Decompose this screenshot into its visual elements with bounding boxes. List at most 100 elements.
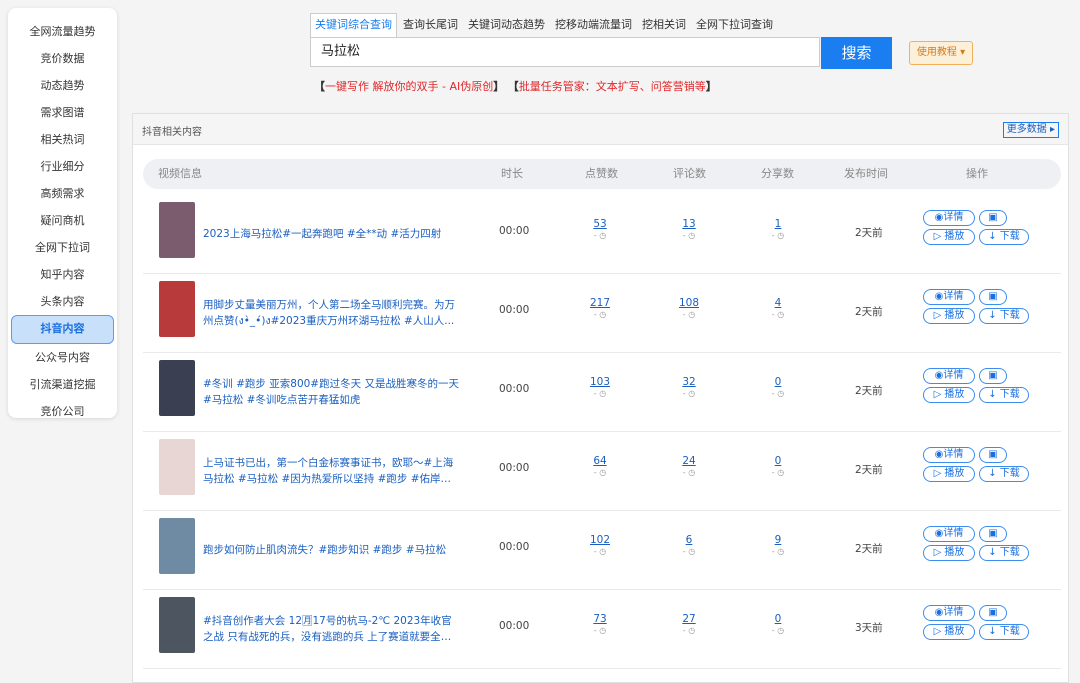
th-date: 发布时间	[844, 167, 888, 180]
clock-icon: - ◷	[771, 389, 785, 398]
play-button[interactable]: ▷ 播放	[923, 387, 975, 403]
video-thumbnail[interactable]	[159, 597, 195, 653]
tutorial-dropdown[interactable]: 使用教程 ▾	[909, 41, 973, 65]
bracket: 【	[314, 80, 325, 93]
video-title-link[interactable]: #抖音创作者大会 12🈷17号的杭马-2℃ 2023年收官之战 只有战死的兵，没…	[203, 589, 459, 668]
shares-count-link[interactable]: 0	[748, 613, 808, 625]
sidebar-item[interactable]: 行业细分	[8, 153, 117, 180]
video-thumbnail[interactable]	[159, 518, 195, 574]
sidebar-item[interactable]: 竞价数据	[8, 45, 117, 72]
likes-count-link[interactable]: 102	[570, 534, 630, 546]
th-duration: 时长	[501, 167, 523, 180]
sidebar-item[interactable]: 动态趋势	[8, 72, 117, 99]
tab[interactable]: 全网下拉词查询	[692, 13, 777, 36]
detail-button[interactable]: ◉详情	[923, 289, 975, 305]
video-title-link[interactable]: #冬训 #跑步 亚索800#跑过冬天 又是战胜寒冬的一天#马拉松 #冬训吃点苦开…	[203, 352, 459, 431]
clock-icon: - ◷	[682, 468, 696, 477]
detail-button[interactable]: ◉详情	[923, 605, 975, 621]
sidebar-item[interactable]: 疑问商机	[8, 207, 117, 234]
download-button[interactable]: ↓ 下载	[979, 466, 1029, 482]
qr-code-button[interactable]: ▣	[979, 368, 1007, 384]
comments-count-link[interactable]: 108	[659, 297, 719, 309]
qr-code-button[interactable]: ▣	[979, 210, 1007, 226]
shares-count-link[interactable]: 0	[748, 455, 808, 467]
sidebar-item[interactable]: 知乎内容	[8, 261, 117, 288]
sidebar-item[interactable]: 竞价公司	[8, 398, 117, 425]
sidebar-item[interactable]: 全网下拉词	[8, 234, 117, 261]
publish-date: 2天前	[855, 306, 883, 318]
shares-stat: 0- ◷	[748, 455, 808, 478]
download-button[interactable]: ↓ 下载	[979, 308, 1029, 324]
tab[interactable]: 查询长尾词	[399, 13, 462, 36]
comments-count-link[interactable]: 27	[659, 613, 719, 625]
detail-button[interactable]: ◉详情	[923, 210, 975, 226]
video-title-link[interactable]: 上马证书已出，第一个白金标赛事证书，欧耶～#上海马拉松 #马拉松 #因为热爱所以…	[203, 431, 459, 510]
comments-count-link[interactable]: 24	[659, 455, 719, 467]
qr-code-button[interactable]: ▣	[979, 605, 1007, 621]
download-button[interactable]: ↓ 下载	[979, 624, 1029, 640]
video-thumbnail[interactable]	[159, 202, 195, 258]
sidebar-item[interactable]: 抖音内容	[11, 315, 114, 344]
likes-count-link[interactable]: 53	[570, 218, 630, 230]
video-title-link[interactable]: 跑步如何防止肌肉流失？#跑步知识 #跑步 #马拉松	[203, 510, 459, 589]
sidebar-item[interactable]: 公众号内容	[8, 344, 117, 371]
play-button[interactable]: ▷ 播放	[923, 229, 975, 245]
video-thumbnail[interactable]	[159, 281, 195, 337]
more-data-button[interactable]: 更多数据 ▸	[1002, 122, 1059, 138]
likes-count-link[interactable]: 73	[570, 613, 630, 625]
qr-code-button[interactable]: ▣	[979, 526, 1007, 542]
duration: 00:00	[499, 620, 530, 632]
tab[interactable]: 关键词动态趋势	[464, 13, 549, 36]
comments-count-link[interactable]: 13	[659, 218, 719, 230]
publish-date: 3天前	[855, 622, 883, 634]
video-thumbnail[interactable]	[159, 360, 195, 416]
likes-count-link[interactable]: 64	[570, 455, 630, 467]
comments-count-link[interactable]: 6	[659, 534, 719, 546]
video-title-text: 上马证书已出，第一个白金标赛事证书，欧耶～#上海马拉松 #马拉松 #因为热爱所以…	[203, 456, 454, 485]
batch-task-link[interactable]: 批量任务管家：文本扩写、问答营销等	[519, 80, 706, 93]
search-input[interactable]: 马拉松	[310, 37, 820, 67]
video-title-link[interactable]: 2023上海马拉松#一起奔跑吧 #全**动 #活力四射	[203, 194, 459, 273]
download-button[interactable]: ↓ 下载	[979, 229, 1029, 245]
download-button[interactable]: ↓ 下载	[979, 387, 1029, 403]
duration: 00:00	[499, 462, 530, 474]
sidebar-item[interactable]: 高频需求	[8, 180, 117, 207]
likes-count-link[interactable]: 103	[570, 376, 630, 388]
detail-button[interactable]: ◉详情	[923, 447, 975, 463]
ai-writing-link[interactable]: 一键写作 解放你的双手 - AI伪原创	[325, 80, 493, 93]
publish-date: 2天前	[855, 543, 883, 555]
detail-button[interactable]: ◉详情	[923, 526, 975, 542]
publish-date: 2天前	[855, 385, 883, 397]
sidebar-item[interactable]: 引流渠道挖掘	[8, 371, 117, 398]
likes-stat: 73- ◷	[570, 613, 630, 636]
likes-count-link[interactable]: 217	[570, 297, 630, 309]
video-thumbnail[interactable]	[159, 439, 195, 495]
shares-count-link[interactable]: 0	[748, 376, 808, 388]
qr-code-button[interactable]: ▣	[979, 289, 1007, 305]
clock-icon: - ◷	[593, 626, 607, 635]
qr-code-button[interactable]: ▣	[979, 447, 1007, 463]
play-button[interactable]: ▷ 播放	[923, 545, 975, 561]
promo-links: 【一键写作 解放你的双手 - AI伪原创】 【批量任务管家：文本扩写、问答营销等…	[314, 78, 717, 94]
play-button[interactable]: ▷ 播放	[923, 466, 975, 482]
shares-count-link[interactable]: 1	[748, 218, 808, 230]
sidebar-item[interactable]: 相关热词	[8, 126, 117, 153]
tab[interactable]: 关键词综合查询	[310, 13, 397, 37]
video-title-link[interactable]: 用脚步丈量美丽万州，个人第二场全马顺利完赛。为万州点赞(ง•̀_•́)ง#202…	[203, 273, 459, 352]
detail-button[interactable]: ◉详情	[923, 368, 975, 384]
shares-count-link[interactable]: 4	[748, 297, 808, 309]
shares-count-link[interactable]: 9	[748, 534, 808, 546]
sidebar-item[interactable]: 全网流量趋势	[8, 18, 117, 45]
sidebar-item[interactable]: 需求图谱	[8, 99, 117, 126]
likes-stat: 102- ◷	[570, 534, 630, 557]
play-button[interactable]: ▷ 播放	[923, 308, 975, 324]
sidebar-item[interactable]: 头条内容	[8, 288, 117, 315]
comments-count-link[interactable]: 32	[659, 376, 719, 388]
download-button[interactable]: ↓ 下载	[979, 545, 1029, 561]
play-button[interactable]: ▷ 播放	[923, 624, 975, 640]
tab[interactable]: 挖相关词	[638, 13, 690, 36]
bracket: 】	[493, 80, 505, 93]
shares-stat: 1- ◷	[748, 218, 808, 241]
search-button[interactable]: 搜索	[821, 37, 892, 69]
tab[interactable]: 挖移动端流量词	[551, 13, 636, 36]
